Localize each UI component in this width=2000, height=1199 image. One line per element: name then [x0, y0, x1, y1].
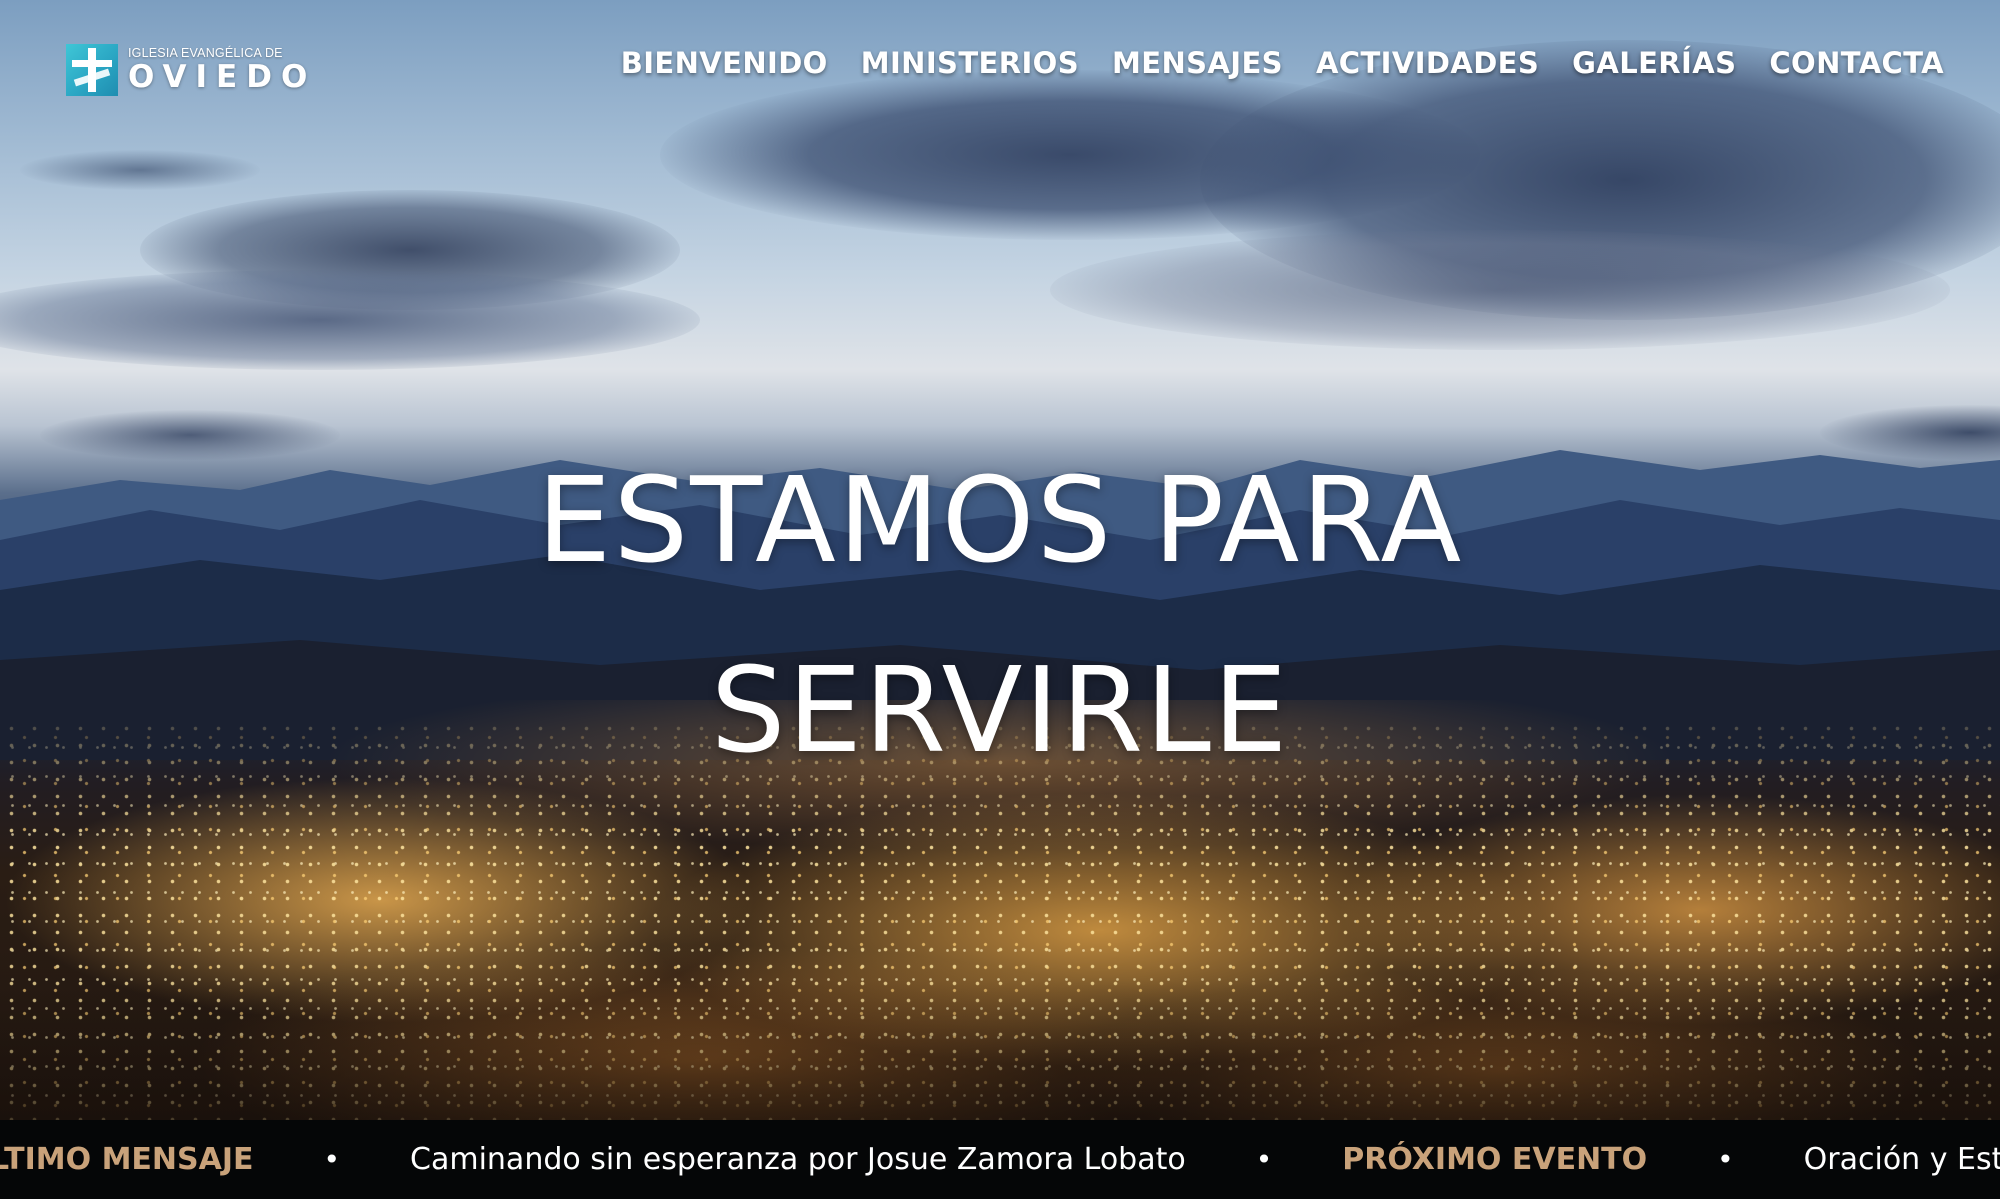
ticker-separator: • — [323, 1143, 341, 1176]
nav-item-mensajes[interactable]: MENSAJES — [1112, 46, 1283, 80]
cross-logo-icon — [66, 44, 118, 96]
nav-item-contacta[interactable]: CONTACTA — [1769, 46, 1944, 80]
nav-item-galerias[interactable]: GALERÍAS — [1572, 46, 1736, 80]
cloud — [1050, 230, 1950, 350]
cloud — [20, 150, 260, 190]
logo-subtitle: IGLESIA EVANGÉLICA DE — [128, 46, 283, 60]
nav-item-bienvenido[interactable]: BIENVENIDO — [621, 46, 828, 80]
news-ticker: LTIMO MENSAJE • Caminando sin esperanza … — [0, 1120, 2000, 1199]
hero-headline: ESTAMOS PARA SERVIRLE — [0, 425, 2000, 805]
site-logo[interactable]: IGLESIA EVANGÉLICA DE OVIEDO — [66, 44, 316, 96]
ticker-separator: • — [1717, 1143, 1734, 1176]
ticker-next-label: PRÓXIMO EVENTO — [1342, 1142, 1648, 1177]
hero-headline-line1: ESTAMOS PARA — [536, 451, 1464, 589]
ticker-next-event-link[interactable]: Oración y Estudio el mi — [1804, 1142, 2000, 1177]
bottom-shade — [0, 980, 2000, 1120]
ticker-latest-label: LTIMO MENSAJE — [0, 1142, 254, 1177]
ticker-track: LTIMO MENSAJE • Caminando sin esperanza … — [0, 1120, 2000, 1199]
hero-headline-line2: SERVIRLE — [710, 641, 1290, 779]
logo-text: IGLESIA EVANGÉLICA DE OVIEDO — [128, 46, 316, 94]
cloud — [0, 270, 700, 370]
ticker-latest-message-link[interactable]: Caminando sin esperanza por Josue Zamora… — [410, 1142, 1186, 1177]
nav-item-ministerios[interactable]: MINISTERIOS — [861, 46, 1079, 80]
nav-item-actividades[interactable]: ACTIVIDADES — [1316, 46, 1539, 80]
main-nav: BIENVENIDO MINISTERIOS MENSAJES ACTIVIDA… — [621, 46, 1944, 80]
ticker-separator: • — [1255, 1143, 1273, 1176]
logo-title: OVIEDO — [128, 59, 317, 95]
